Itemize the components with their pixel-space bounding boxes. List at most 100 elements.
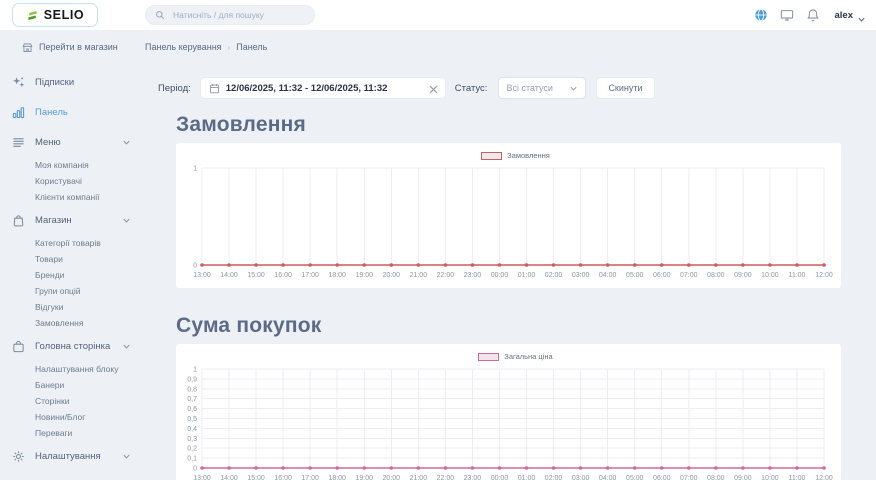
data-point [768,263,772,267]
y-axis-tick-label: 0 [193,263,197,270]
y-axis-tick-label: 0 [193,466,197,473]
go-to-store-link[interactable]: Перейти в магазин [22,40,137,54]
status-select[interactable]: Всі статуси [498,77,586,99]
sidebar-subitem[interactable]: Відгуки [12,299,137,315]
x-axis-tick-label: 18:00 [328,475,346,480]
bell-icon[interactable] [805,7,821,23]
x-axis-tick-label: 17:00 [301,272,319,279]
data-point [444,466,448,470]
period-input[interactable]: 12/06/2025, 11:32 - 12/06/2025, 11:32 [200,77,446,99]
orders-legend[interactable]: Замовлення [190,151,841,160]
globe-icon[interactable] [753,7,769,23]
data-point [498,263,502,267]
chevron-down-icon [122,216,131,225]
x-axis-tick-label: 14:00 [220,475,238,480]
sidebar-subitem[interactable]: Новини/Блог [12,409,137,425]
x-axis-tick-label: 19:00 [355,475,373,480]
data-point [200,263,204,267]
legend-label: Замовлення [507,151,550,160]
data-point [714,263,718,267]
x-axis-tick-label: 04:00 [599,272,617,279]
orders-section-title: Замовлення [176,113,876,137]
reset-button[interactable]: Скинути [596,77,654,99]
sidebar-subitem[interactable]: Сторінки [12,393,137,409]
monitor-icon[interactable] [779,7,795,23]
y-axis-tick-label: 1 [193,367,197,374]
sidebar-item-label: Панель [35,107,68,118]
sidebar-item-bar-chart[interactable]: Панель [12,97,137,127]
purchases-legend[interactable]: Загальна ціна [190,352,841,361]
orders-chart: 13:0014:0015:0016:0017:0018:0019:0020:00… [176,143,841,288]
sidebar-item-sparkles[interactable]: Підписки [12,67,137,97]
data-point [200,466,204,470]
global-search[interactable] [145,5,315,25]
sidebar-subitem[interactable]: Категорії товарів [12,235,137,251]
x-axis-tick-label: 11:00 [788,475,805,480]
data-point [579,263,583,267]
x-axis-tick-label: 15:00 [247,272,265,279]
purchases-chart-card: Загальна ціна 13:0014:0015:0016:0017:001… [176,344,841,480]
sidebar-subitem[interactable]: Банери [12,377,137,393]
x-axis-tick-label: 10:00 [761,272,779,279]
search-input[interactable] [171,9,305,21]
user-menu[interactable]: alex [835,10,867,21]
sidebar-subitem[interactable]: Клієнти компанії [12,189,137,205]
purchases-section-title: Сума покупок [176,314,876,338]
x-axis-tick-label: 09:00 [734,475,752,480]
sidebar-subitem[interactable]: Замовлення [12,315,137,331]
x-axis-tick-label: 23:00 [464,475,482,480]
data-point [281,466,285,470]
x-axis-tick-label: 02:00 [545,272,563,279]
data-point [254,466,258,470]
y-axis-tick-label: 0,5 [187,416,197,423]
sidebar-item-menu[interactable]: Меню [12,127,137,157]
x-axis-tick-label: 06:00 [653,272,671,279]
purchases-section: Сума покупок Загальна ціна 13:0014:0015:… [176,314,876,480]
sidebar-subitem[interactable]: Користувачі [12,173,137,189]
sidebar-subitem[interactable]: Моя компанія [12,157,137,173]
y-axis-tick-label: 0,8 [187,386,197,393]
data-point [741,466,745,470]
data-point [335,263,339,267]
orders-chart-card: Замовлення 13:0014:0015:0016:0017:0018:0… [176,143,841,288]
sidebar-subitem[interactable]: Бренди [12,267,137,283]
data-point [633,466,637,470]
sidebar-subitem[interactable]: Налаштування блоку [12,361,137,377]
data-point [795,466,799,470]
data-point [308,263,312,267]
sidebar-item-label: Магазин [35,215,72,226]
store-link-label: Перейти в магазин [39,42,118,52]
sidebar-subitem[interactable]: Групи опцій [12,283,137,299]
filters-bar: Період: 12/06/2025, 11:32 - 12/06/2025, … [158,77,876,99]
y-axis-tick-label: 0,7 [187,396,197,403]
orders-section: Замовлення Замовлення 13:0014:0015:0016:… [176,113,876,288]
data-point [254,263,258,267]
x-axis-tick-label: 00:00 [491,272,509,279]
search-icon [155,10,165,20]
sparkles-icon [12,75,26,89]
breadcrumb-item-dashboard[interactable]: Панель керування [145,42,222,52]
status-label: Статус: [455,83,488,94]
selio-logo-icon [26,9,39,22]
data-point [606,263,610,267]
x-axis-tick-label: 23:00 [464,272,482,279]
legend-label: Загальна ціна [504,352,552,361]
x-axis-tick-label: 13:00 [193,475,211,480]
x-axis-tick-label: 16:00 [274,272,292,279]
sidebar-item-home-page[interactable]: Головна сторінка [12,331,137,361]
sidebar-subitem[interactable]: Товари [12,251,137,267]
app-logo[interactable]: SELIO [12,3,98,27]
clear-icon[interactable] [428,84,437,93]
x-axis-tick-label: 22:00 [437,272,455,279]
sidebar-item-gear[interactable]: Налаштування [12,441,137,471]
data-point [714,466,718,470]
x-axis-tick-label: 13:00 [193,272,211,279]
data-point [444,263,448,267]
data-point [795,263,799,267]
sidebar-item-bag[interactable]: Магазин [12,205,137,235]
sidebar-subitem[interactable]: Переваги [12,425,137,441]
purchases-chart: 13:0014:0015:0016:0017:0018:0019:0020:00… [176,344,841,480]
data-point [741,263,745,267]
y-axis-tick-label: 0,4 [187,426,197,433]
x-axis-tick-label: 11:00 [788,272,805,279]
